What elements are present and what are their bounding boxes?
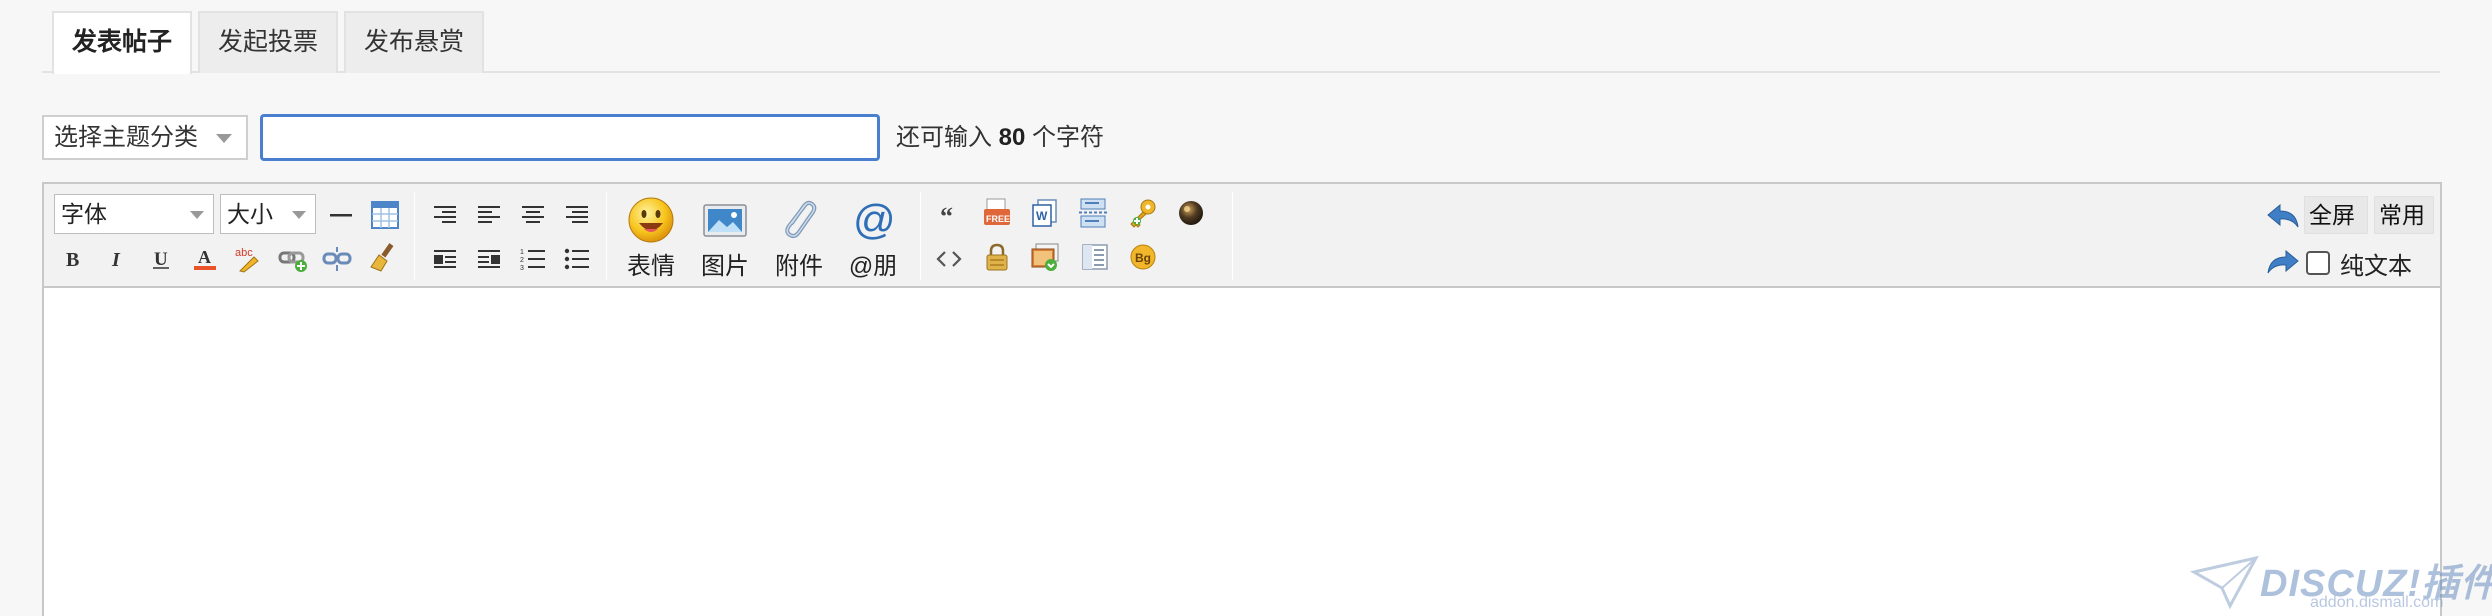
image-album-icon[interactable] [1028, 240, 1062, 274]
svg-text:U: U [154, 249, 168, 270]
password-key-icon[interactable] [1126, 196, 1160, 230]
fullscreen-button[interactable]: 全屏 [2304, 196, 2368, 234]
font-size-label: 大小 [227, 201, 273, 227]
align-right-icon[interactable] [428, 198, 462, 232]
float-left-icon[interactable] [428, 242, 462, 276]
background-color-icon[interactable]: Bg [1126, 240, 1160, 274]
svg-text:W: W [1036, 209, 1048, 223]
underline-icon[interactable]: U [144, 242, 178, 276]
font-family-label: 字体 [61, 201, 107, 227]
svg-text:abc: abc [235, 247, 253, 259]
ordered-list-icon[interactable]: 123 [516, 242, 550, 276]
remain-count: 80 [998, 124, 1026, 151]
tab-reward[interactable]: 发布悬赏 [344, 11, 484, 73]
image-button[interactable]: 图片 [692, 194, 758, 284]
svg-text:1: 1 [520, 249, 524, 256]
thread-category-select[interactable]: 选择主题分类 [42, 115, 248, 160]
common-mode-button[interactable]: 常用 [2374, 196, 2434, 234]
insert-word-icon[interactable]: W [1028, 196, 1062, 230]
chevron-down-icon [190, 211, 204, 219]
insert-link-icon[interactable] [276, 242, 310, 276]
italic-icon[interactable]: I [100, 242, 134, 276]
float-right-icon[interactable] [472, 242, 506, 276]
svg-text:@: @ [853, 196, 896, 243]
toolbar-separator [920, 192, 921, 280]
watermark-subtext: addon.dismall.com [2310, 594, 2444, 611]
font-size-select[interactable]: 大小 [220, 194, 316, 234]
mention-friend-button[interactable]: @ @朋 [840, 194, 906, 284]
remain-suffix: 个字符 [1032, 124, 1105, 151]
toolbar-separator [606, 192, 607, 280]
thread-category-label: 选择主题分类 [54, 124, 198, 151]
plain-text-checkbox[interactable] [2306, 251, 2330, 275]
insert-columns-icon[interactable] [1078, 240, 1112, 274]
font-family-select[interactable]: 字体 [54, 194, 214, 234]
unlink-icon[interactable] [320, 242, 354, 276]
quote-icon[interactable]: “ [932, 198, 966, 232]
svg-text:B: B [66, 249, 79, 271]
spell-check-icon[interactable]: abc [232, 242, 266, 276]
svg-text:Bg: Bg [1135, 251, 1151, 265]
media-flash-icon[interactable] [1174, 196, 1208, 230]
site-watermark: DISCUZ!插件网 addon.dismall.com [2190, 548, 2492, 616]
hide-content-lock-icon[interactable] [980, 240, 1014, 274]
unordered-list-icon[interactable] [560, 242, 594, 276]
svg-text:FREE: FREE [986, 214, 1010, 224]
at-icon: @ [853, 196, 896, 243]
attachment-button[interactable]: 附件 [766, 194, 832, 284]
image-icon [703, 204, 747, 237]
emoticon-button[interactable]: 表情 [618, 194, 684, 284]
svg-text:A: A [198, 247, 211, 267]
svg-text:2: 2 [520, 257, 524, 264]
editor-content-area[interactable] [44, 290, 2440, 616]
paperclip-icon [785, 200, 817, 238]
svg-text:“: “ [940, 203, 953, 227]
toolbar-separator [414, 192, 415, 280]
smiley-icon [628, 197, 674, 243]
chevron-down-icon [216, 134, 232, 143]
align-justify-icon[interactable] [560, 198, 594, 232]
svg-text:3: 3 [520, 265, 524, 272]
free-content-icon[interactable]: FREE [980, 196, 1014, 230]
post-editor: 字体 大小 B I U A abc 1 2 3 表情 图片 附件 @ @朋 “ … [42, 182, 2442, 616]
align-left-icon[interactable] [472, 198, 506, 232]
editor-toolbar: 字体 大小 B I U A abc 1 2 3 表情 图片 附件 @ @朋 “ … [44, 184, 2440, 288]
font-color-icon[interactable]: A [188, 242, 222, 276]
table-icon[interactable] [368, 198, 402, 232]
subject-input[interactable] [260, 114, 880, 161]
chevron-down-icon [292, 211, 306, 219]
plain-text-label: 纯文本 [2340, 252, 2412, 280]
page-break-icon[interactable] [1076, 196, 1110, 230]
paper-plane-logo [2190, 555, 2259, 610]
bold-icon[interactable]: B [56, 242, 90, 276]
undo-icon[interactable] [2266, 198, 2300, 232]
remaining-chars-hint: 还可输入 80 个字符 [896, 121, 1104, 155]
align-center-icon[interactable] [516, 198, 550, 232]
horizontal-rule-icon[interactable] [324, 198, 358, 232]
code-icon[interactable] [932, 242, 966, 276]
mention-friend-label: @朋 [848, 253, 898, 280]
tab-poll[interactable]: 发起投票 [198, 11, 338, 73]
plain-text-toggle: 纯文本 [2306, 246, 2412, 280]
redo-icon[interactable] [2266, 244, 2300, 278]
tab-post-thread[interactable]: 发表帖子 [52, 11, 192, 74]
remain-prefix: 还可输入 [896, 124, 992, 151]
toolbar-separator [1232, 192, 1233, 280]
clear-format-brush-icon[interactable] [366, 240, 400, 274]
svg-text:I: I [111, 249, 121, 271]
